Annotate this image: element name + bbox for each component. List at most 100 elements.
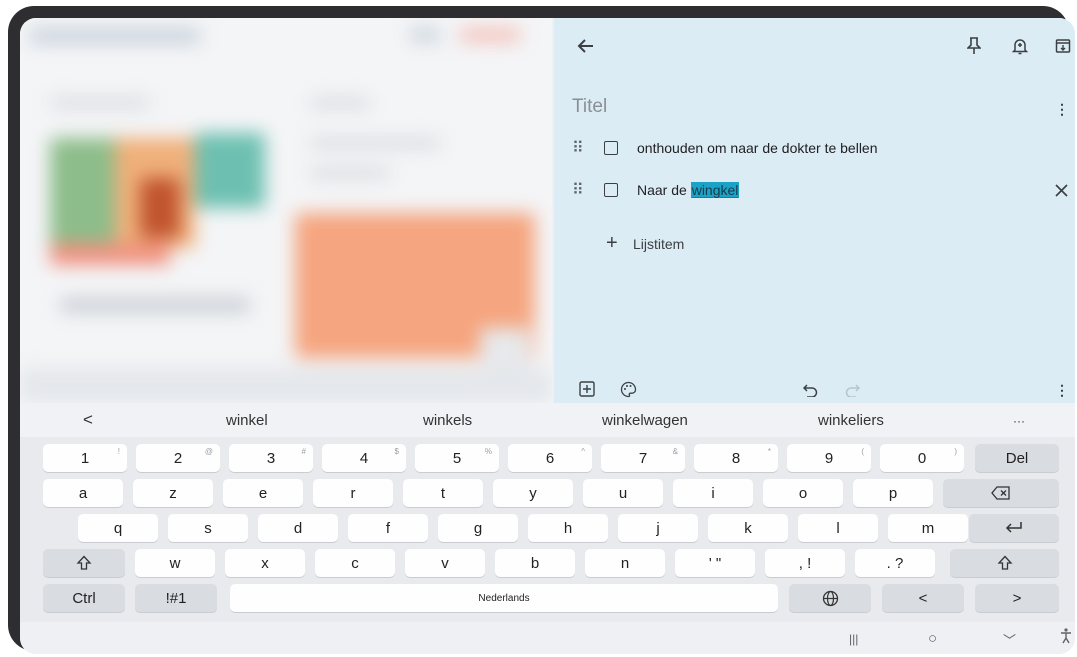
key-h[interactable]: h: [528, 514, 608, 542]
key-p[interactable]: p: [853, 479, 933, 507]
key-v[interactable]: v: [405, 549, 485, 577]
key-label: 1: [80, 449, 90, 467]
item-text-plain: Naar de: [637, 182, 691, 198]
key-0[interactable]: 0): [880, 444, 964, 472]
shift-key-left[interactable]: [43, 549, 125, 577]
palette-icon[interactable]: [617, 378, 639, 400]
key-w[interactable]: w: [135, 549, 215, 577]
key-r[interactable]: r: [313, 479, 393, 507]
add-list-item-button[interactable]: + Lijstitem: [606, 232, 684, 255]
key-i[interactable]: i: [673, 479, 753, 507]
checkbox[interactable]: [604, 183, 618, 197]
key-label: , !: [798, 554, 812, 572]
key-label: q: [113, 519, 123, 537]
key-comma-exclaim[interactable]: , !: [765, 549, 845, 577]
list-item-text[interactable]: Naar de wingkel: [637, 182, 740, 198]
key-label: n: [620, 554, 630, 572]
blurred-content: [20, 18, 552, 403]
close-icon[interactable]: [1049, 178, 1073, 202]
more-vert-icon[interactable]: ⋮: [1052, 98, 1072, 120]
key-l[interactable]: l: [798, 514, 878, 542]
left-split-app[interactable]: [20, 18, 552, 403]
key-4[interactable]: 4 $: [322, 444, 406, 472]
symbols-key[interactable]: !#1: [135, 584, 217, 612]
key-9[interactable]: 9(: [787, 444, 871, 472]
key-apostrophe-quote[interactable]: ' ": [675, 549, 755, 577]
accessibility-icon[interactable]: [1060, 628, 1072, 648]
checkbox[interactable]: [604, 141, 618, 155]
enter-key[interactable]: [969, 514, 1059, 542]
key-f[interactable]: f: [348, 514, 428, 542]
cursor-right-key[interactable]: >: [975, 584, 1059, 612]
undo-icon[interactable]: [799, 379, 821, 401]
back-arrow-icon[interactable]: [574, 34, 598, 58]
shift-key-right[interactable]: [950, 549, 1059, 577]
drag-handle-icon[interactable]: ⠿: [572, 180, 586, 200]
suggestion-back-button[interactable]: <: [83, 410, 93, 430]
suggestion-more-button[interactable]: ···: [1013, 414, 1025, 428]
key-u[interactable]: u: [583, 479, 663, 507]
ctrl-key[interactable]: Ctrl: [43, 584, 125, 612]
key-secondary-label: ^: [581, 447, 585, 456]
drag-handle-icon[interactable]: ⠿: [572, 138, 586, 158]
key-label: r: [350, 484, 356, 502]
key-j[interactable]: j: [618, 514, 698, 542]
key-6[interactable]: 6 ^: [508, 444, 592, 472]
key-label: 0: [917, 449, 927, 467]
add-box-icon[interactable]: [576, 378, 598, 400]
suggestion-winkels[interactable]: winkels: [423, 412, 472, 429]
key-label: 4: [359, 449, 369, 467]
key-secondary-label: ): [954, 447, 957, 456]
language-key[interactable]: [789, 584, 871, 612]
key-s[interactable]: s: [168, 514, 248, 542]
key-o[interactable]: o: [763, 479, 843, 507]
home-button[interactable]: ○: [928, 630, 937, 647]
back-button[interactable]: ﹀: [1003, 630, 1016, 649]
key-8[interactable]: 8 *: [694, 444, 778, 472]
key-label: 2: [173, 449, 183, 467]
key-k[interactable]: k: [708, 514, 788, 542]
key-z[interactable]: z: [133, 479, 213, 507]
key-1[interactable]: 1!: [43, 444, 127, 472]
selected-misspelled-word[interactable]: wingkel: [690, 182, 740, 198]
recents-button[interactable]: |||: [849, 632, 858, 646]
more-vert-icon[interactable]: ⋮: [1052, 379, 1072, 401]
suggestion-winkeliers[interactable]: winkeliers: [818, 412, 884, 429]
shift-icon: [76, 555, 92, 570]
globe-icon: [822, 590, 838, 606]
key-c[interactable]: c: [315, 549, 395, 577]
key-x[interactable]: x: [225, 549, 305, 577]
key-period-question[interactable]: . ?: [855, 549, 935, 577]
archive-icon[interactable]: [1051, 34, 1075, 58]
backspace-key[interactable]: [943, 479, 1059, 507]
cursor-left-key[interactable]: <: [882, 584, 964, 612]
key-e[interactable]: e: [223, 479, 303, 507]
list-item-text[interactable]: onthouden om naar de dokter te bellen: [637, 140, 878, 156]
key-label: ' ": [708, 554, 722, 572]
key-2[interactable]: 2 @: [136, 444, 220, 472]
key-7[interactable]: 7 &: [601, 444, 685, 472]
key-a[interactable]: a: [43, 479, 123, 507]
key-n[interactable]: n: [585, 549, 665, 577]
key-d[interactable]: d: [258, 514, 338, 542]
key-3[interactable]: 3 #: [229, 444, 313, 472]
key-label: 6: [545, 449, 555, 467]
key-label: l: [836, 519, 840, 537]
key-m[interactable]: m: [888, 514, 968, 542]
key-y[interactable]: y: [493, 479, 573, 507]
key-g[interactable]: g: [438, 514, 518, 542]
key-label: y: [529, 484, 537, 502]
note-editor: Titel ⋮ ⠿ onthouden om naar de dokter te…: [554, 18, 1075, 403]
key-b[interactable]: b: [495, 549, 575, 577]
key-label: z: [169, 484, 177, 502]
key-5[interactable]: 5%: [415, 444, 499, 472]
pin-icon[interactable]: [962, 34, 986, 58]
key-q[interactable]: q: [78, 514, 158, 542]
suggestion-winkelwagen[interactable]: winkelwagen: [602, 412, 688, 429]
reminder-bell-icon[interactable]: [1008, 34, 1032, 58]
key-t[interactable]: t: [403, 479, 483, 507]
title-field[interactable]: Titel: [572, 96, 607, 118]
delete-key[interactable]: Del: [975, 444, 1059, 472]
suggestion-winkel[interactable]: winkel: [226, 412, 268, 429]
space-bar[interactable]: Nederlands: [230, 584, 778, 612]
